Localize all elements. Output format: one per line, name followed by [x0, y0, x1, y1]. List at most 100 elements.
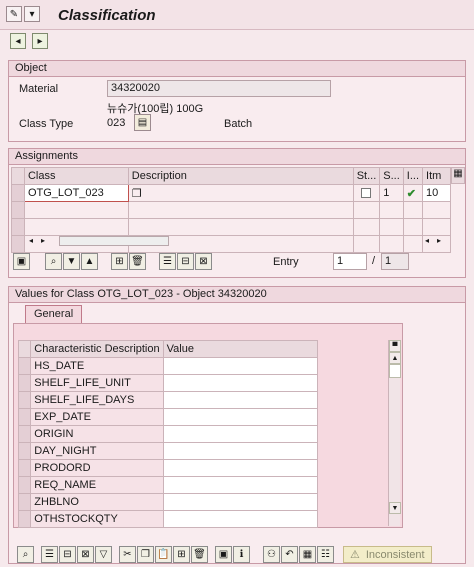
- row-selector[interactable]: [17, 510, 32, 528]
- find-icon[interactable]: ⌕: [45, 253, 62, 270]
- inconsistent-button[interactable]: ⚠ Inconsistent: [343, 546, 432, 563]
- delete-icon[interactable]: 🗑: [191, 546, 208, 563]
- scroll-down-icon[interactable]: ▼: [389, 502, 401, 514]
- table-row[interactable]: SHELF_LIFE_UNIT: [17, 374, 319, 392]
- table-row[interactable]: ORIGIN: [17, 425, 319, 443]
- row-selector[interactable]: [17, 425, 32, 443]
- row-selector[interactable]: [11, 184, 25, 202]
- col-s[interactable]: S...: [379, 167, 404, 185]
- status-cell[interactable]: [352, 184, 381, 202]
- table-row[interactable]: OTG_LOT_023 ❐ 1 ✔ 10: [11, 184, 451, 202]
- col-description[interactable]: Description: [127, 167, 354, 185]
- find-icon[interactable]: ⌕: [17, 546, 34, 563]
- value-cell[interactable]: [162, 510, 319, 528]
- table-row[interactable]: REQ_NAME: [17, 476, 319, 494]
- col-value[interactable]: Value: [162, 340, 319, 358]
- s-cell[interactable]: 1: [379, 184, 404, 202]
- description-cell[interactable]: [127, 201, 354, 219]
- row-selector[interactable]: [17, 476, 32, 494]
- cut-icon[interactable]: ✂: [119, 546, 136, 563]
- row-selector[interactable]: [11, 235, 25, 253]
- copy-icon[interactable]: ❐: [137, 546, 154, 563]
- class-cell[interactable]: OTG_LOT_023: [23, 184, 129, 202]
- long-text-icon[interactable]: ❐: [132, 188, 142, 200]
- scroll-up-icon[interactable]: ▲: [389, 352, 401, 364]
- value-cell[interactable]: [162, 408, 319, 426]
- row-selector[interactable]: [17, 408, 32, 426]
- value-cell[interactable]: [162, 357, 319, 375]
- undo-icon[interactable]: ↶: [281, 546, 298, 563]
- grid-icon[interactable]: ▦: [299, 546, 316, 563]
- row-selector[interactable]: [17, 459, 32, 477]
- deselect-all-icon[interactable]: ⊠: [195, 253, 212, 270]
- class-type-value[interactable]: 023: [107, 117, 125, 129]
- select-all-cell[interactable]: [17, 340, 32, 358]
- sort-descending-icon[interactable]: ▼: [63, 253, 80, 270]
- table-row[interactable]: [11, 201, 451, 219]
- table-row[interactable]: SHELF_LIFE_DAYS: [17, 391, 319, 409]
- row-selector[interactable]: [17, 493, 32, 511]
- vertical-scrollbar[interactable]: ▀ ▲ ▼: [388, 340, 401, 526]
- table-row[interactable]: PRODORD: [17, 459, 319, 477]
- itm-cell[interactable]: [422, 201, 451, 219]
- s-cell[interactable]: [379, 201, 404, 219]
- itm-cell[interactable]: [422, 218, 451, 236]
- value-cell[interactable]: [162, 391, 319, 409]
- status-checkbox[interactable]: [361, 188, 372, 199]
- table-row[interactable]: DAY_NIGHT: [17, 442, 319, 460]
- select-block-icon[interactable]: ⊟: [177, 253, 194, 270]
- value-cell[interactable]: [162, 493, 319, 511]
- menu-dropdown-icon[interactable]: ▾: [24, 6, 40, 22]
- table-row[interactable]: OTHSTOCKQTY: [17, 510, 319, 528]
- table-row[interactable]: [11, 218, 451, 236]
- description-cell[interactable]: ❐: [127, 184, 354, 202]
- col-characteristic-description[interactable]: Characteristic Description: [30, 340, 164, 358]
- s-cell[interactable]: [379, 218, 404, 236]
- horizontal-scrollbar[interactable]: ◂ ▸ ◂ ▸: [29, 235, 449, 247]
- select-all-icon[interactable]: ☰: [41, 546, 58, 563]
- status-cell[interactable]: [352, 201, 381, 219]
- table-row[interactable]: EXP_DATE: [17, 408, 319, 426]
- value-cell[interactable]: [162, 425, 319, 443]
- scroll-top-icon[interactable]: ▀: [389, 340, 401, 352]
- menu-icon[interactable]: ✎: [6, 6, 22, 22]
- sort-ascending-icon[interactable]: ▲: [81, 253, 98, 270]
- row-selector[interactable]: [17, 391, 32, 409]
- delete-row-icon[interactable]: 🗑: [129, 253, 146, 270]
- info-icon[interactable]: ℹ: [233, 546, 250, 563]
- class-cell[interactable]: [23, 218, 129, 236]
- value-cell[interactable]: [162, 442, 319, 460]
- select-all-icon[interactable]: ☰: [159, 253, 176, 270]
- previous-object-icon[interactable]: ◂: [10, 33, 26, 49]
- insert-row-icon[interactable]: ⊞: [111, 253, 128, 270]
- column-settings-icon[interactable]: ▦: [451, 167, 465, 184]
- col-status[interactable]: St...: [352, 167, 381, 185]
- scroll-right-end-icon[interactable]: ▸: [437, 236, 441, 245]
- details-icon[interactable]: ▣: [13, 253, 30, 270]
- entry-current-field[interactable]: 1: [333, 253, 367, 270]
- next-object-icon[interactable]: ▸: [32, 33, 48, 49]
- details-icon[interactable]: ▣: [215, 546, 232, 563]
- filter-icon[interactable]: ▽: [95, 546, 112, 563]
- itm-cell[interactable]: 10: [422, 184, 451, 202]
- row-selector[interactable]: [17, 374, 32, 392]
- paste-icon[interactable]: 📋: [155, 546, 172, 563]
- col-class[interactable]: Class: [23, 167, 129, 185]
- scroll-thumb[interactable]: [389, 364, 401, 378]
- scroll-left-icon[interactable]: ◂: [29, 236, 33, 245]
- scroll-right-icon[interactable]: ▸: [41, 236, 45, 245]
- material-field[interactable]: 34320020: [107, 80, 331, 97]
- description-cell[interactable]: [127, 218, 354, 236]
- list-icon[interactable]: ☷: [317, 546, 334, 563]
- insert-icon[interactable]: ⊞: [173, 546, 190, 563]
- col-i[interactable]: I...: [402, 167, 424, 185]
- row-selector[interactable]: [17, 442, 32, 460]
- table-row[interactable]: HS_DATE: [17, 357, 319, 375]
- tab-general[interactable]: General: [25, 305, 83, 323]
- col-itm[interactable]: Itm: [422, 167, 451, 185]
- deselect-all-icon[interactable]: ⊠: [77, 546, 94, 563]
- row-selector[interactable]: [17, 357, 32, 375]
- value-cell[interactable]: [162, 476, 319, 494]
- status-cell[interactable]: [352, 218, 381, 236]
- scroll-thumb[interactable]: [59, 236, 169, 246]
